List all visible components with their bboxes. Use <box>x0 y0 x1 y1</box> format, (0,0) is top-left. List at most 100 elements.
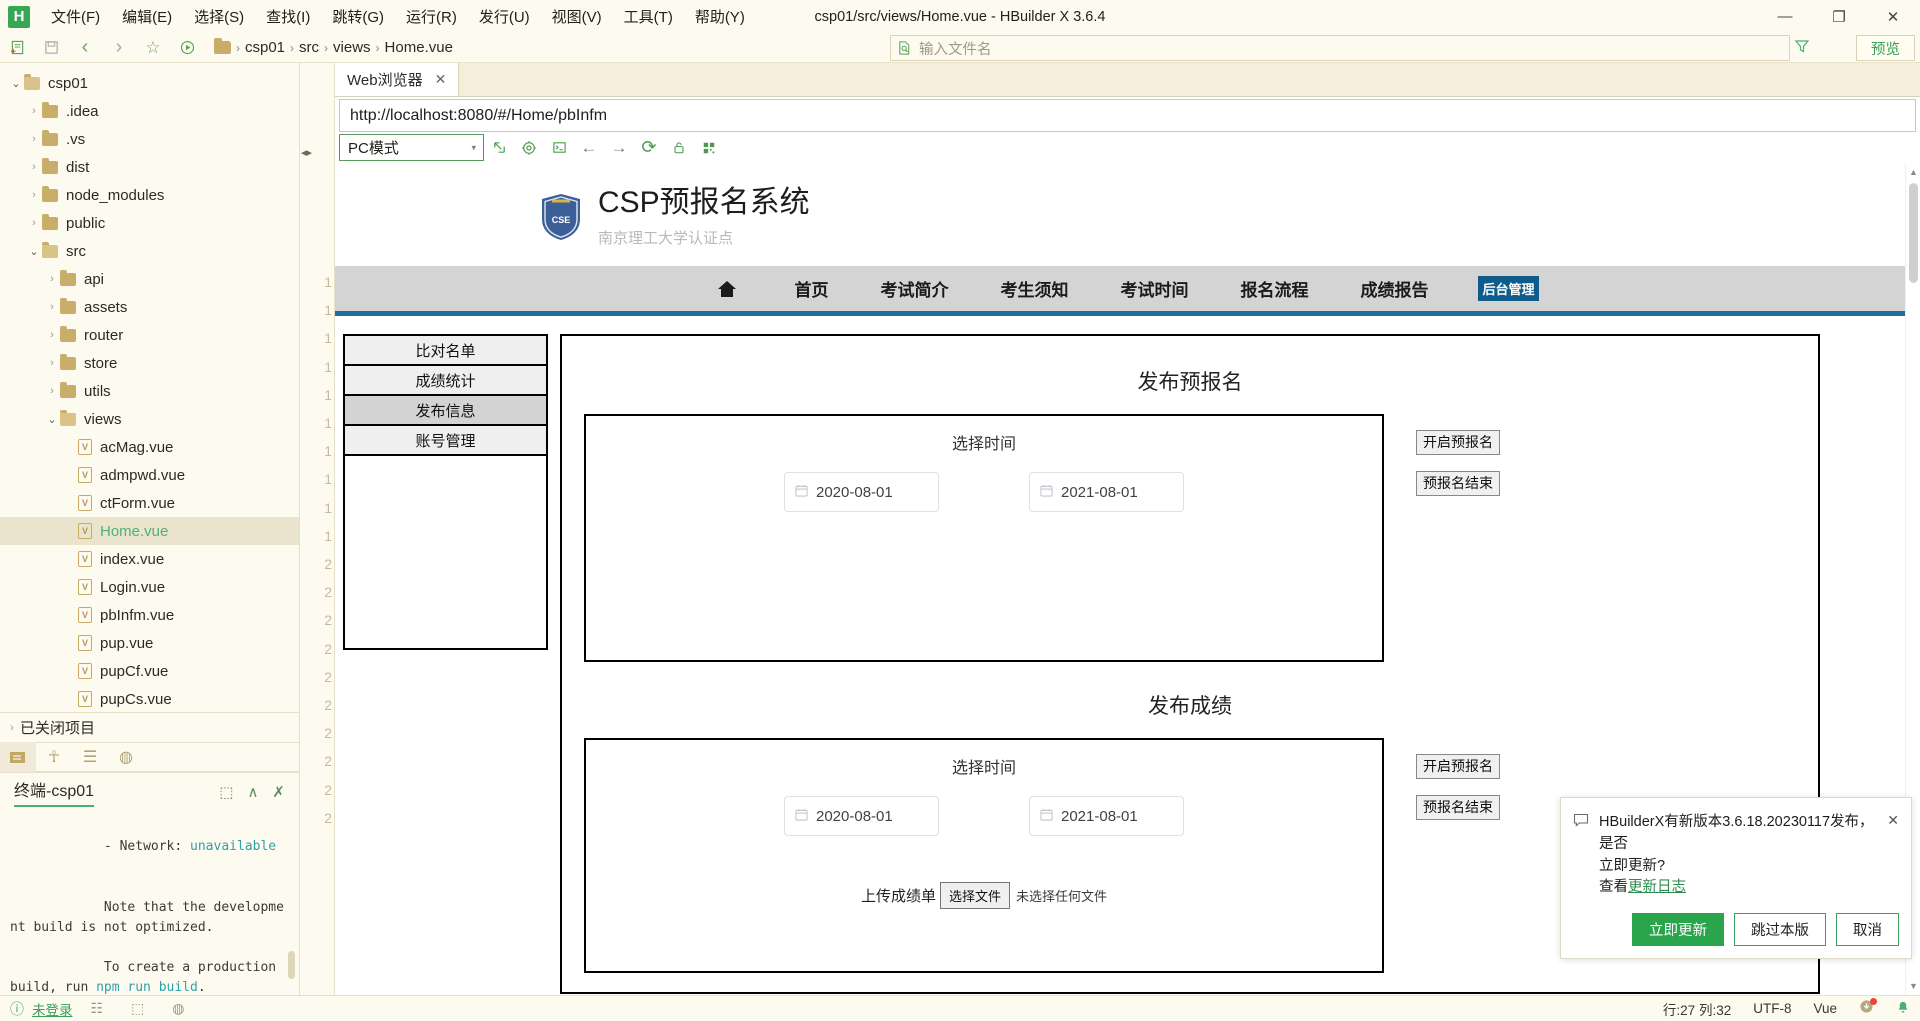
project-file-tree[interactable]: ⌄ csp01 › .idea › .vs › dist › node_modules › publi… <box>0 63 299 712</box>
admin-menu-item-score-statistics[interactable]: 成绩统计 <box>345 366 546 396</box>
tree-item-login-vue[interactable]: V Login.vue <box>0 573 299 601</box>
nav-link-home[interactable]: 首页 <box>768 266 854 311</box>
tree-item-store[interactable]: › store <box>0 349 299 377</box>
menu-item-publish[interactable]: 发行(U) <box>468 2 541 31</box>
close-terminal-icon[interactable]: ✗ <box>272 783 285 801</box>
favorite-icon[interactable]: ☆ <box>138 35 168 61</box>
disclosure-arrow-icon[interactable]: › <box>44 329 60 341</box>
menu-item-edit[interactable]: 编辑(E) <box>111 2 183 31</box>
outline-icon[interactable]: ☷ <box>91 1000 104 1017</box>
admin-menu-item-publish-info[interactable]: 发布信息 <box>345 396 546 426</box>
breadcrumb-item-src[interactable]: src <box>299 39 319 56</box>
tree-item-dist[interactable]: › dist <box>0 153 299 181</box>
tree-item-router[interactable]: › router <box>0 321 299 349</box>
choose-file-button[interactable]: 选择文件 <box>939 882 1010 909</box>
project-manager-tab[interactable] <box>0 742 36 772</box>
disclosure-arrow-icon[interactable]: › <box>26 105 42 117</box>
maximize-button[interactable]: ❐ <box>1812 0 1866 33</box>
close-button[interactable]: ✕ <box>1866 0 1920 33</box>
close-icon[interactable]: ✕ <box>435 71 447 88</box>
tree-item-src[interactable]: ⌄ src <box>0 237 299 265</box>
tree-item-admpwd-vue[interactable]: Vadmpwd.vue <box>0 461 299 489</box>
panel-collapse-handle[interactable]: ◂▸ <box>301 145 313 160</box>
address-bar[interactable]: http://localhost:8080/#/Home/pbInfm <box>339 99 1916 132</box>
menu-item-tools[interactable]: 工具(T) <box>613 2 684 31</box>
tree-item-acmag-vue[interactable]: VacMag.vue <box>0 433 299 461</box>
tree-item-index-vue[interactable]: Vindex.vue <box>0 545 299 573</box>
nav-link-exam-time[interactable]: 考试时间 <box>1094 266 1214 311</box>
terminal-icon[interactable]: ⬚ <box>131 1000 144 1017</box>
tree-item-pupcs-vue[interactable]: VpupCs.vue <box>0 685 299 712</box>
menu-item-find[interactable]: 查找(I) <box>255 2 321 31</box>
close-icon[interactable]: ✕ <box>1887 812 1899 899</box>
login-status-icon[interactable]: ⓘ <box>10 999 24 1019</box>
cloud-icon[interactable]: ◍ <box>172 1000 184 1017</box>
nav-link-registration-process[interactable]: 报名流程 <box>1214 266 1334 311</box>
disclosure-arrow-icon[interactable]: › <box>26 133 42 145</box>
preregistration-start-date-input[interactable]: 2020-08-01 <box>784 472 939 512</box>
update-now-button[interactable]: 立即更新 <box>1632 913 1724 946</box>
changelog-link[interactable]: 更新日志 <box>1628 879 1686 895</box>
skip-version-button[interactable]: 跳过本版 <box>1734 913 1826 946</box>
disclosure-arrow-icon[interactable]: › <box>44 273 60 285</box>
end-score-publish-button[interactable]: 预报名结束 <box>1416 794 1500 820</box>
language-mode[interactable]: Vue <box>1813 1001 1837 1016</box>
disclosure-arrow-icon[interactable]: ⌄ <box>26 245 42 258</box>
disclosure-arrow-icon[interactable]: › <box>44 301 60 313</box>
console-icon[interactable] <box>544 134 574 161</box>
nav-link-score-report[interactable]: 成绩报告 <box>1334 266 1454 311</box>
device-mode-select[interactable]: PC模式 ▾ <box>339 134 484 161</box>
lock-icon[interactable] <box>664 134 694 161</box>
start-score-publish-button[interactable]: 开启预报名 <box>1416 754 1500 779</box>
scroll-down-icon[interactable]: ▼ <box>1909 981 1918 991</box>
tree-item-pup-vue[interactable]: Vpup.vue <box>0 629 299 657</box>
disclosure-arrow-icon[interactable]: › <box>26 161 42 173</box>
page-scrollbar-thumb[interactable] <box>1909 183 1918 283</box>
admin-menu-item-account-management[interactable]: 账号管理 <box>345 426 546 456</box>
run-icon[interactable] <box>172 35 202 61</box>
save-icon[interactable] <box>36 35 66 61</box>
cancel-button[interactable]: 取消 <box>1836 913 1899 946</box>
encoding-label[interactable]: UTF-8 <box>1753 1001 1791 1016</box>
new-terminal-icon[interactable]: ⬚ <box>219 783 233 801</box>
scroll-up-icon[interactable]: ▲ <box>1909 167 1918 177</box>
end-preregistration-button[interactable]: 预报名结束 <box>1416 470 1500 496</box>
nav-link-exam-intro[interactable]: 考试简介 <box>854 266 974 311</box>
tree-item-utils[interactable]: › utils <box>0 377 299 405</box>
disclosure-arrow-icon[interactable]: › <box>44 357 60 369</box>
breadcrumb-item-home-vue[interactable]: Home.vue <box>385 39 453 56</box>
disclosure-arrow-icon[interactable]: ⌄ <box>8 77 24 90</box>
menu-item-view[interactable]: 视图(V) <box>541 2 613 31</box>
cloud-tab[interactable]: ◍ <box>108 742 144 772</box>
preview-button[interactable]: 预览 <box>1856 35 1915 61</box>
new-file-icon[interactable] <box>2 35 32 61</box>
terminal-output[interactable]: - Network: unavailable Note that the dev… <box>0 811 299 995</box>
terminal-scrollbar-thumb[interactable] <box>288 951 295 979</box>
menu-item-select[interactable]: 选择(S) <box>183 2 255 31</box>
collapse-icon[interactable]: ∧ <box>247 783 258 801</box>
debug-tab[interactable]: ☥ <box>36 742 72 772</box>
tree-item-api[interactable]: › api <box>0 265 299 293</box>
disclosure-arrow-icon[interactable]: › <box>26 189 42 201</box>
breadcrumb-item-csp01[interactable]: csp01 <box>245 39 285 56</box>
menu-item-file[interactable]: 文件(F) <box>40 2 111 31</box>
disclosure-arrow-icon[interactable]: › <box>26 217 42 229</box>
qrcode-icon[interactable] <box>694 134 724 161</box>
tree-item--vs[interactable]: › .vs <box>0 125 299 153</box>
download-update-icon[interactable] <box>1859 998 1877 1018</box>
tree-item-home-vue[interactable]: V Home.vue <box>0 517 299 545</box>
reload-icon[interactable]: ⟳ <box>634 134 664 161</box>
tree-item-public[interactable]: › public <box>0 209 299 237</box>
nav-link-candidate-notice[interactable]: 考生须知 <box>974 266 1094 311</box>
login-status-label[interactable]: 未登录 <box>32 999 73 1019</box>
tree-item--idea[interactable]: › .idea <box>0 97 299 125</box>
forward-icon[interactable]: › <box>104 35 134 61</box>
open-external-icon[interactable] <box>484 134 514 161</box>
start-preregistration-button[interactable]: 开启预报名 <box>1416 430 1500 455</box>
admin-menu-item-compare-list[interactable]: 比对名单 <box>345 336 546 366</box>
disclosure-arrow-icon[interactable]: › <box>44 385 60 397</box>
settings-gear-icon[interactable] <box>514 134 544 161</box>
preregistration-end-date-input[interactable]: 2021-08-01 <box>1029 472 1184 512</box>
tree-item-pupcf-vue[interactable]: VpupCf.vue <box>0 657 299 685</box>
tree-item-views[interactable]: ⌄ views <box>0 405 299 433</box>
